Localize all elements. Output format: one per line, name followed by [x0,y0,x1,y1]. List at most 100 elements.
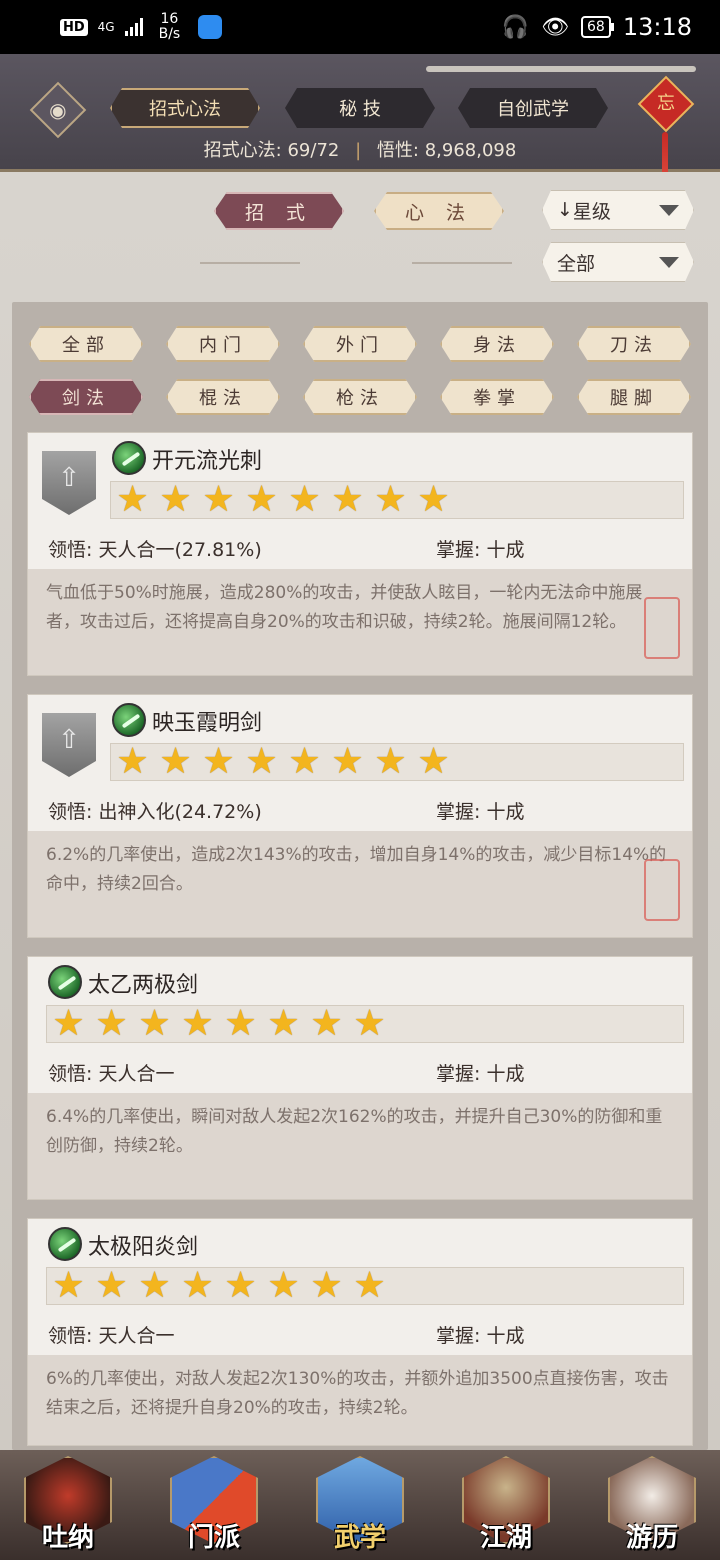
star-icon: ★ [181,1003,214,1044]
skill-card[interactable]: 太极阳炎剑 ★ ★ ★ ★ ★ ★ ★ ★ 领悟: 天人合一 掌握: 十成 6%的几率使出，对… [27,1218,693,1446]
mastery: 掌握: 十成 [436,1063,525,1085]
nav-sect[interactable]: 门派 [166,1450,262,1560]
star-icon: ★ [224,1003,257,1044]
sort-down-arrow-icon: ↓ [557,199,573,221]
star-icon: ★ [202,479,235,520]
star-icon: ★ [245,741,278,782]
filter-dropdown[interactable]: 全部 [542,242,694,282]
skill-card[interactable]: 太乙两极剑 ★ ★ ★ ★ ★ ★ ★ ★ 领悟: 天人合一 掌握: 十成 6.4%的几率使出… [27,956,693,1200]
stats-line: 招式心法: 69/72 | 悟性: 8,968,098 [0,136,720,162]
stats-insight-value: 8,968,098 [424,140,517,161]
skill-card[interactable]: ⇧ 开元流光刺 ★ ★ ★ ★ ★ ★ ★ ★ 领悟: 天人合一(27.81%) 掌握: 十成… [27,432,693,676]
category-outer[interactable]: 外门 [303,326,417,362]
star-rating: ★ ★ ★ ★ ★ ★ ★ ★ [110,743,684,781]
star-icon: ★ [374,479,407,520]
signal-icon [124,18,143,36]
subtab-methods[interactable]: 心 法 [374,192,504,230]
tab-self-created[interactable]: 自创武学 [458,88,608,128]
star-icon: ★ [95,1003,128,1044]
subtab-moves[interactable]: 招 式 [214,192,344,230]
star-icon: ★ [245,479,278,520]
star-icon: ★ [116,479,149,520]
category-spear[interactable]: 枪法 [303,379,417,415]
skill-name: 太极阳炎剑 [88,1235,199,1260]
nav-label: 吐纳 [41,1523,94,1553]
skill-name: 太乙两极剑 [88,973,199,998]
net-speed: 16 B/s [158,11,181,42]
app-notification-icon [198,15,223,39]
comprehension: 领悟: 天人合一 [48,1063,175,1085]
eye-icon: ◉ [49,97,67,122]
star-icon: ★ [417,741,450,782]
star-icon: ★ [116,741,149,782]
nav-label: 武学 [333,1523,386,1553]
comprehension: 领悟: 天人合一 [48,1325,175,1347]
chevron-down-icon [659,257,679,268]
category-sword[interactable]: 剑法 [29,379,143,415]
charm-button[interactable]: 忘 [637,75,695,133]
stats-separator: | [355,140,362,161]
nav-jianghu[interactable]: 江湖 [458,1450,554,1560]
content-area: 招 式 心 法 ↓ 星级 全部 全部 内门 外门 身法 刀法 剑法 棍法 枪法 … [0,172,720,1450]
skill-description: 6.2%的几率使出，造成2次143%的攻击，增加自身14%的攻击，减少目标14%… [28,831,692,937]
star-icon: ★ [224,1265,257,1306]
star-icon: ★ [331,741,364,782]
sword-skill-icon [112,703,146,737]
upgrade-badge-icon[interactable]: ⇧ [42,713,96,777]
sword-skill-icon [112,441,146,475]
seal-stamp-icon [644,859,680,921]
skill-list-panel: 全部 内门 外门 身法 刀法 剑法 棍法 枪法 拳掌 腿脚 ⇧ 开元流光刺 ★ ★… [12,302,708,1450]
skill-name: 开元流光刺 [152,449,263,474]
star-icon: ★ [353,1003,386,1044]
skill-name: 映玉霞明剑 [152,711,263,736]
tab-secret-skills[interactable]: 秘 技 [285,88,435,128]
star-icon: ★ [374,741,407,782]
category-fist[interactable]: 拳掌 [440,379,554,415]
upgrade-badge-icon[interactable]: ⇧ [42,451,96,515]
star-icon: ★ [52,1265,85,1306]
skill-description: 6%的几率使出，对敌人发起2次130%的攻击，并额外追加3500点直接伤害，攻击… [28,1355,692,1445]
star-rating: ★ ★ ★ ★ ★ ★ ★ ★ [46,1267,684,1305]
star-icon: ★ [138,1265,171,1306]
star-icon: ★ [181,1265,214,1306]
skill-description: 气血低于50%时施展，造成280%的攻击，并使敌人眩目，一轮内无法命中施展者，攻… [28,569,692,675]
seal-stamp-icon [644,597,680,659]
category-leg[interactable]: 腿脚 [577,379,691,415]
star-icon: ★ [310,1003,343,1044]
star-icon: ★ [288,741,321,782]
star-icon: ★ [267,1003,300,1044]
nav-breathing[interactable]: 吐纳 [20,1450,116,1560]
stats-skills-value: 69/72 [287,140,340,161]
charm-char: 忘 [657,93,675,114]
star-icon: ★ [52,1003,85,1044]
nav-martial-arts[interactable]: 武学 [312,1450,408,1560]
star-icon: ★ [353,1265,386,1306]
category-all[interactable]: 全部 [29,326,143,362]
filter-dropdown-value: 全部 [557,252,596,275]
category-staff[interactable]: 棍法 [166,379,280,415]
star-rating: ★ ★ ★ ★ ★ ★ ★ ★ [110,481,684,519]
nav-label: 门派 [187,1523,240,1553]
category-saber[interactable]: 刀法 [577,326,691,362]
chevron-down-icon [659,205,679,216]
category-footwork[interactable]: 身法 [440,326,554,362]
headphones-icon: 🎧 [501,14,530,40]
sort-dropdown[interactable]: ↓ 星级 [542,190,694,230]
star-icon: ★ [159,741,192,782]
skill-card[interactable]: ⇧ 映玉霞明剑 ★ ★ ★ ★ ★ ★ ★ ★ 领悟: 出神入化(24.72%) 掌握: 十成… [27,694,693,938]
sort-dropdown-value: 星级 [572,200,611,223]
view-toggle-button[interactable]: ◉ [29,81,87,139]
star-icon: ★ [417,479,450,520]
tab-skills-methods[interactable]: 招式心法 [110,88,260,128]
stats-skills-label: 招式心法: [203,140,282,161]
comprehension: 领悟: 出神入化(24.72%) [48,801,262,823]
nav-travel[interactable]: 游历 [604,1450,700,1560]
star-icon: ★ [202,741,235,782]
star-icon: ★ [138,1003,171,1044]
martial-header: ◉ 招式心法 秘 技 自创武学 忘 招式心法: 69/72 | 悟性: 8,96… [0,54,720,210]
star-icon: ★ [95,1265,128,1306]
network-type: 4G [97,20,115,34]
category-inner[interactable]: 内门 [166,326,280,362]
stats-insight-label: 悟性: [376,140,419,161]
sword-skill-icon [48,1227,82,1261]
